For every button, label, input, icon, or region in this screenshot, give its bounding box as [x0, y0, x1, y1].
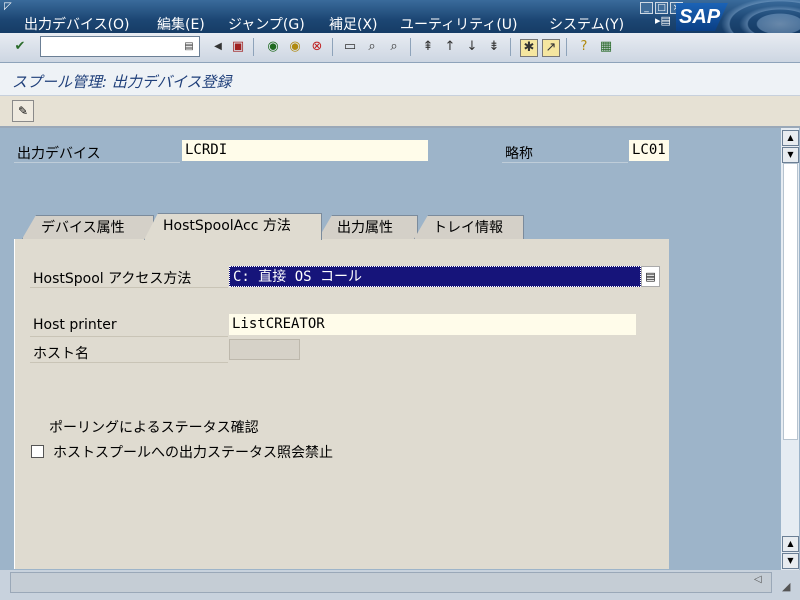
short-name-field[interactable]: LC01 — [629, 140, 669, 161]
dropdown-icon[interactable]: ▤ — [641, 266, 660, 287]
tab-tray-info[interactable]: トレイ情報 — [414, 215, 524, 239]
host-name-label: ホスト名 — [33, 346, 89, 362]
customize-layout-icon[interactable]: ▸▤ — [655, 14, 671, 27]
collapse-icon[interactable]: ◀ — [210, 39, 226, 55]
previous-page-icon[interactable]: ↑ — [442, 39, 458, 55]
disable-status-checkbox[interactable] — [31, 445, 44, 458]
command-history-icon[interactable]: ▤ — [181, 39, 197, 55]
tab-panel — [14, 239, 669, 569]
print-icon[interactable]: ▭ — [342, 39, 358, 55]
cancel-icon[interactable]: ⊗ — [309, 39, 325, 55]
first-page-icon[interactable]: ⇞ — [420, 39, 436, 55]
scroll-down-bottom-icon[interactable]: ▼ — [782, 553, 799, 569]
create-session-icon[interactable]: ✱ — [520, 39, 538, 57]
scroll-up-bottom-icon[interactable]: ▲ — [782, 536, 799, 552]
output-device-label: 出力デバイス — [17, 146, 101, 162]
tab-hostspool-access-method[interactable]: HostSpoolAcc 方法 — [144, 213, 322, 240]
enter-icon[interactable]: ✔ — [12, 39, 28, 55]
tab-output-attributes[interactable]: 出力属性 — [318, 215, 418, 239]
menu-item-output-device[interactable]: 出力デバイス(O) — [24, 14, 130, 34]
scroll-down-top-icon[interactable]: ▼ — [782, 147, 799, 163]
menu-item-extras[interactable]: 補足(X) — [329, 14, 378, 34]
host-printer-field[interactable]: ListCREATOR — [229, 314, 636, 335]
output-device-field[interactable]: LCRDI — [182, 140, 428, 161]
pencil-icon: ✎ — [17, 104, 29, 118]
command-field[interactable] — [40, 36, 200, 57]
scroll-thumb[interactable] — [783, 163, 798, 440]
access-method-select[interactable]: C: 直接 OS コール — [229, 266, 641, 287]
disable-status-label: ホストスプールへの出力ステータス照会禁止 — [53, 445, 333, 461]
resize-grip-icon[interactable]: ◢ — [782, 580, 796, 594]
host-name-field — [229, 339, 300, 360]
scroll-up-top-icon[interactable]: ▲ — [782, 130, 799, 146]
status-expand-icon[interactable]: ◁ — [754, 574, 762, 585]
save-icon[interactable]: ▣ — [230, 39, 246, 55]
status-message-field — [10, 572, 772, 593]
find-next-icon[interactable]: ⌕ — [386, 39, 402, 55]
short-name-label: 略称 — [505, 146, 533, 162]
maximize-icon[interactable]: □ — [655, 2, 668, 14]
polling-group-label: ポーリングによるステータス確認 — [49, 420, 259, 436]
access-method-label: HostSpool アクセス方法 — [33, 271, 192, 287]
system-menu-icon[interactable]: ◸ — [4, 2, 16, 12]
sap-logo: SAP — [676, 3, 736, 33]
create-shortcut-icon[interactable]: ↗ — [542, 39, 560, 57]
next-page-icon[interactable]: ↓ — [464, 39, 480, 55]
host-printer-label: Host printer — [33, 317, 117, 333]
page-title: スプール管理: 出力デバイス登録 — [12, 73, 232, 91]
last-page-icon[interactable]: ⇟ — [486, 39, 502, 55]
menu-item-system[interactable]: システム(Y) — [549, 14, 624, 34]
application-toolbar — [0, 96, 800, 128]
find-icon[interactable]: ⌕ — [364, 39, 380, 55]
back-icon[interactable]: ◉ — [265, 39, 281, 55]
menu-item-edit[interactable]: 編集(E) — [157, 14, 205, 34]
minimize-icon[interactable]: _ — [640, 2, 653, 14]
help-icon[interactable]: ? — [576, 39, 592, 55]
layout-menu-icon[interactable]: ▦ — [598, 39, 614, 55]
menu-item-utilities[interactable]: ユーティリティ(U) — [400, 14, 518, 34]
exit-icon[interactable]: ◉ — [287, 39, 303, 55]
tab-device-attributes[interactable]: デバイス属性 — [22, 215, 154, 239]
menu-item-jump[interactable]: ジャンプ(G) — [228, 14, 305, 34]
change-display-button[interactable]: ✎ — [12, 100, 34, 122]
